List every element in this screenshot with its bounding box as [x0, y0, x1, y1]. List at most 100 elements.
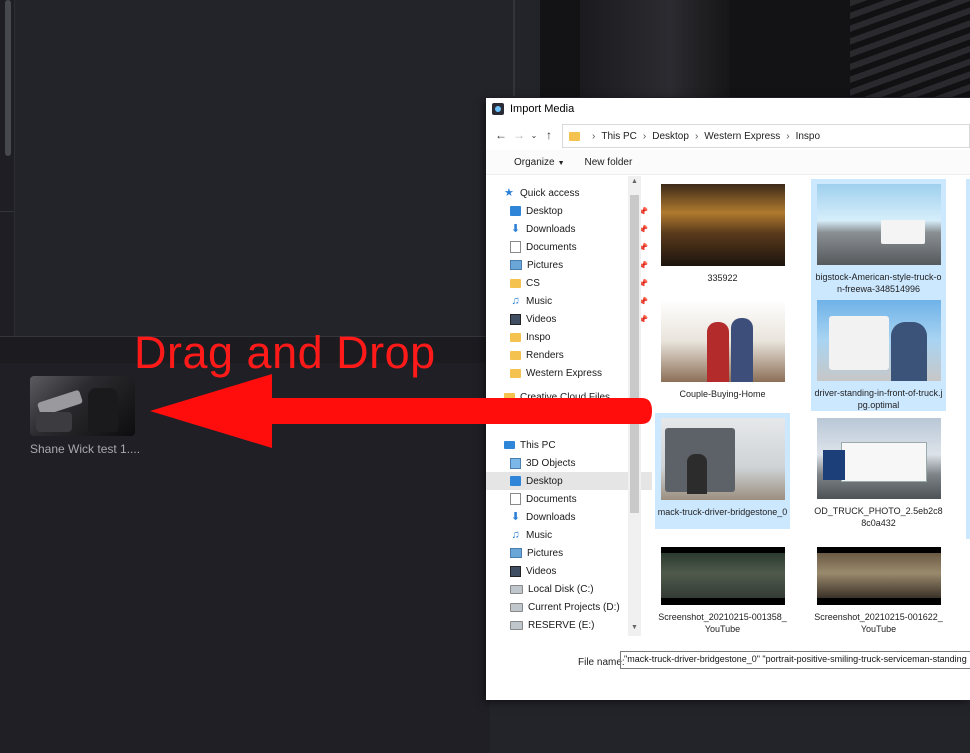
nav-item-label: Downloads [526, 511, 576, 523]
thumb-shape [822, 450, 845, 480]
chevron-right-icon[interactable]: › [695, 131, 698, 142]
nav-item-label: Music [526, 529, 553, 541]
clip-thumb-shape [88, 388, 118, 432]
file-tile[interactable]: Screenshot_20210215-001622_YouTube [811, 542, 946, 658]
file-tile[interactable]: driver-standing-in-front-of-truck.jpg.op… [811, 295, 946, 411]
filename-label: File name: [578, 656, 625, 668]
music-icon: ♫ [511, 529, 520, 541]
download-icon: ⬇ [510, 511, 521, 523]
thumb-shape [706, 322, 729, 382]
nav-item-label: RESERVE (E:) [528, 619, 595, 631]
folder-icon [569, 131, 580, 141]
file-thumbnail [816, 418, 941, 499]
recent-chevron-down-icon[interactable]: ⌄ [528, 131, 540, 140]
nav-item-label: Videos [526, 313, 557, 325]
pictures-icon [510, 260, 522, 270]
offscreen-tile-edge [966, 179, 970, 539]
chevron-right-icon[interactable]: › [643, 131, 646, 142]
file-tile[interactable]: 335922 [655, 179, 790, 295]
drag-and-drop-caption: Drag and Drop [134, 327, 436, 378]
file-tile[interactable]: Couple-Buying-Home [655, 295, 790, 411]
new-folder-button[interactable]: New folder [585, 157, 633, 168]
dialog-toolbar: Organize ▼ New folder [486, 150, 970, 175]
nav-quick-access[interactable]: ★ Quick access [486, 184, 646, 202]
organize-button[interactable]: Organize ▼ [500, 157, 565, 168]
breadcrumb-desktop[interactable]: Desktop [652, 131, 689, 142]
up-arrow-icon[interactable]: ↑ [540, 128, 558, 142]
dialog-titlebar[interactable]: Import Media [486, 98, 970, 120]
forward-arrow-icon[interactable]: → [510, 128, 528, 142]
viewer-preview [540, 0, 970, 97]
file-tile[interactable]: OD_TRUCK_PHOTO_2.5eb2c88c0a432 [811, 413, 946, 529]
clip-thumb-shape [36, 412, 72, 432]
clip-thumbnail[interactable] [30, 376, 135, 436]
nav-item-label: Documents [526, 493, 577, 505]
thumb-shape [890, 322, 927, 381]
desktop-icon [510, 476, 521, 486]
cube-icon [510, 457, 521, 469]
file-name: Screenshot_20210215-001358_YouTube [658, 612, 787, 634]
nav-item-label: 3D Objects [526, 457, 576, 469]
breadcrumb-western-express[interactable]: Western Express [704, 131, 780, 142]
folder-icon [510, 278, 521, 288]
editor-panel-divider[interactable] [513, 0, 515, 96]
file-name: Screenshot_20210215-001622_YouTube [814, 612, 943, 634]
file-thumbnail [816, 300, 941, 381]
videos-icon [510, 313, 521, 325]
nav-item-label: CS [526, 277, 540, 289]
thumb-shape [828, 316, 889, 370]
nav-item-label: Quick access [520, 187, 580, 199]
file-name: Couple-Buying-Home [679, 389, 766, 399]
file-tile[interactable]: bigstock-American-style-truck-on-freewa-… [811, 179, 946, 295]
file-thumbnail [816, 547, 941, 605]
desktop-icon [510, 206, 521, 216]
chevron-right-icon[interactable]: › [786, 131, 789, 142]
address-row: ← → ⌄ ↑ › This PC › Desktop › Western Ex… [486, 122, 970, 148]
thumb-shape [840, 442, 927, 482]
nav-item-label: Local Disk (C:) [528, 583, 594, 595]
scroll-up-icon[interactable]: ▲ [628, 178, 641, 185]
file-thumbnail [660, 300, 785, 382]
back-arrow-icon[interactable]: ← [492, 128, 510, 142]
disk-icon [510, 584, 523, 594]
file-tile[interactable]: Screenshot_20210215-001358_YouTube [655, 542, 790, 658]
chevron-right-icon[interactable]: › [592, 131, 595, 142]
nav-item-label: Music [526, 295, 553, 307]
filename-input[interactable]: "mack-truck-driver-bridgestone_0" "portr… [620, 651, 970, 669]
folder-icon [510, 350, 521, 360]
file-thumbnail [660, 547, 785, 605]
file-thumbnail [816, 184, 941, 265]
file-thumbnail [660, 184, 785, 266]
nav-scrollbar-thumb[interactable] [630, 195, 639, 513]
videos-icon [510, 565, 521, 577]
nav-item-label: Current Projects (D:) [528, 601, 620, 613]
thumb-shape [686, 454, 707, 494]
nav-item-label: Desktop [526, 475, 563, 487]
filename-row: File name: "mack-truck-driver-bridgeston… [486, 651, 970, 673]
file-name: OD_TRUCK_PHOTO_2.5eb2c88c0a432 [814, 506, 943, 528]
media-clip[interactable]: Shane Wick test 1.... [30, 376, 140, 456]
file-name: bigstock-American-style-truck-on-freewa-… [815, 272, 942, 294]
nav-item-label: Videos [526, 565, 557, 577]
editor-divider [0, 211, 14, 212]
nav-item-label: Desktop [526, 205, 563, 217]
nav-item-label: Documents [526, 241, 577, 253]
disk-icon [510, 602, 523, 612]
file-name: driver-standing-in-front-of-truck.jpg.op… [814, 388, 943, 410]
nav-item-label: Pictures [527, 547, 564, 559]
file-name: 335922 [707, 273, 738, 283]
file-tile[interactable]: mack-truck-driver-bridgestone_0 [655, 413, 790, 529]
document-icon [510, 493, 521, 505]
breadcrumb-this-pc[interactable]: This PC [601, 131, 637, 142]
breadcrumb-inspo[interactable]: Inspo [796, 131, 820, 142]
scroll-down-icon[interactable]: ▼ [628, 624, 641, 631]
document-icon [510, 241, 521, 253]
thumb-shape [730, 318, 753, 382]
editor-scrollbar[interactable] [5, 0, 11, 156]
address-bar[interactable]: › This PC › Desktop › Western Express › … [562, 124, 970, 148]
star-icon: ★ [504, 187, 514, 199]
app-icon [492, 103, 504, 115]
download-icon: ⬇ [510, 223, 521, 235]
file-name: mack-truck-driver-bridgestone_0 [657, 507, 788, 517]
dialog-title: Import Media [510, 103, 575, 115]
